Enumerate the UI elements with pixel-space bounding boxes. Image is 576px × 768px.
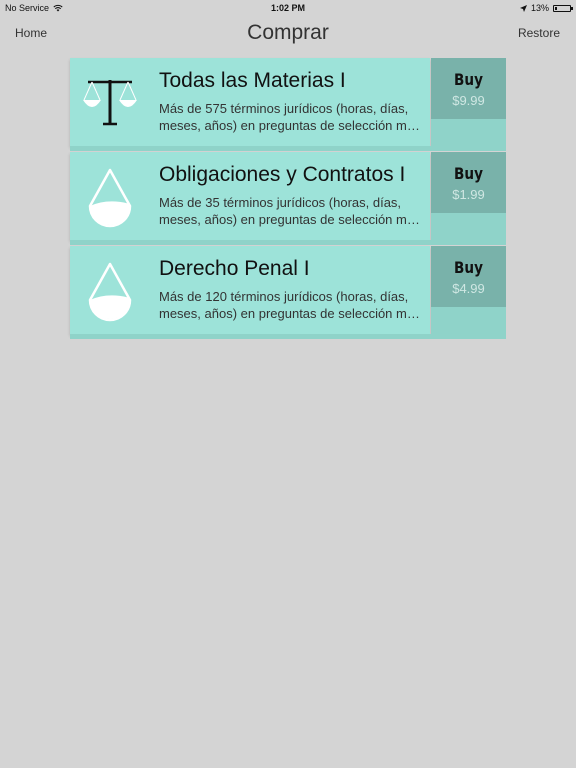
drop-icon <box>88 262 132 322</box>
card-bottom-strip <box>70 240 506 245</box>
navigation-bar: Home Comprar Restore <box>0 16 576 50</box>
price-label: $1.99 <box>452 187 485 202</box>
buy-button[interactable]: Buy $9.99 <box>431 58 506 119</box>
buy-footer <box>431 213 506 240</box>
product-card: Obligaciones y Contratos I Más de 35 tér… <box>70 152 506 246</box>
buy-footer <box>431 119 506 146</box>
card-bottom-strip <box>70 146 506 151</box>
description-line: meses, años) en preguntas de selección m… <box>159 212 423 227</box>
description-line: Más de 575 términos jurídicos (horas, dí… <box>159 101 409 116</box>
scales-icon <box>83 80 137 126</box>
battery-percent: 13% <box>530 3 549 13</box>
description-line: Más de 120 términos jurídicos (horas, dí… <box>159 289 409 304</box>
description-line: Más de 35 términos jurídicos (horas, día… <box>159 195 402 210</box>
location-arrow-icon <box>519 4 527 12</box>
buy-label: Buy <box>454 164 483 183</box>
product-card: Derecho Penal I Más de 120 términos jurí… <box>70 246 506 340</box>
restore-button[interactable]: Restore <box>518 26 560 40</box>
status-time: 1:02 PM <box>270 3 305 13</box>
product-description: Más de 120 términos jurídicos (horas, dí… <box>159 288 423 322</box>
buy-button[interactable]: Buy $4.99 <box>431 246 506 307</box>
product-info[interactable]: Todas las Materias I Más de 575 términos… <box>70 58 430 146</box>
price-label: $4.99 <box>452 281 485 296</box>
drop-icon <box>88 168 132 228</box>
product-info[interactable]: Obligaciones y Contratos I Más de 35 tér… <box>70 152 430 240</box>
battery-icon <box>553 4 573 12</box>
description-line: meses, años) en preguntas de selección m… <box>159 118 423 133</box>
page-title: Comprar <box>247 21 329 44</box>
status-right: 13% <box>519 3 573 13</box>
price-label: $9.99 <box>452 93 485 108</box>
product-title: Derecho Penal I <box>159 257 310 280</box>
battery-level <box>555 6 557 10</box>
card-bottom-strip <box>70 334 506 339</box>
product-title: Obligaciones y Contratos I <box>159 163 406 186</box>
buy-label: Buy <box>454 258 483 277</box>
description-line: meses, años) en preguntas de selección m… <box>159 306 423 321</box>
product-info[interactable]: Derecho Penal I Más de 120 términos jurí… <box>70 246 430 334</box>
status-bar: No Service 1:02 PM 13% <box>0 0 576 16</box>
product-description: Más de 575 términos jurídicos (horas, dí… <box>159 100 423 134</box>
product-card: Todas las Materias I Más de 575 términos… <box>70 58 506 152</box>
buy-button[interactable]: Buy $1.99 <box>431 152 506 213</box>
buy-footer <box>431 307 506 334</box>
product-title: Todas las Materias I <box>159 69 346 92</box>
buy-label: Buy <box>454 70 483 89</box>
product-description: Más de 35 términos jurídicos (horas, día… <box>159 194 423 228</box>
